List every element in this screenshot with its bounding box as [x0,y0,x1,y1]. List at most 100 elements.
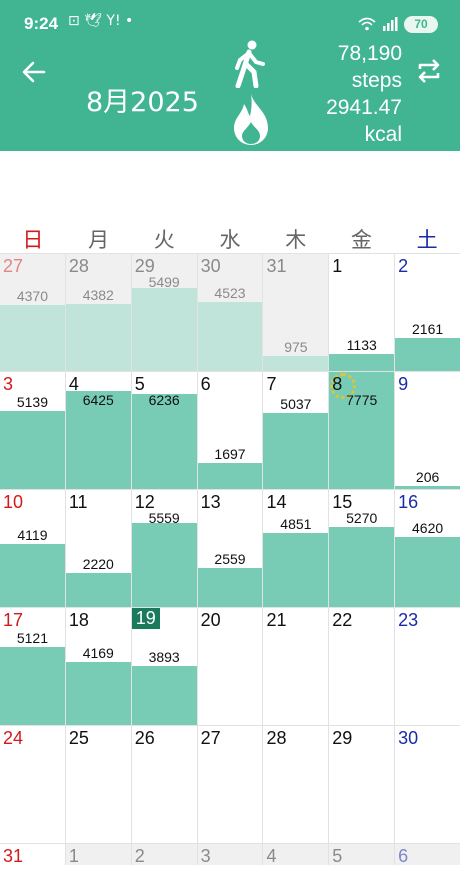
calendar-day[interactable]: 2220 11 [65,490,132,607]
calendar-day[interactable]: 1133 1 [329,254,396,371]
month-calendar-grid: 4370 27 4382 28 5499 29 4523 30 975 31 1133 1 2161 2 5… [0,253,460,865]
calendar-day[interactable]: 7775 8 [329,372,396,489]
calendar-day[interactable]: 2 [131,844,198,865]
calendar-day[interactable]: 21 [263,608,330,725]
day-number: 4 [68,374,79,394]
day-number: 13 [200,492,221,512]
steps-value: 4169 [82,645,114,661]
calendar-day[interactable]: 5037 7 [263,372,330,489]
calendar-day[interactable]: 4620 16 [395,490,460,607]
day-number: 28 [68,256,89,276]
day-number: 1 [332,256,343,276]
kcal-unit: kcal [364,123,402,146]
calendar-day[interactable]: 4523 30 [197,254,264,371]
status-time: 9:24 [24,14,59,33]
calendar-week-row: 5121 17 4169 18 3893 19 20 21 22 23 [0,607,460,725]
calendar-day[interactable]: 6236 5 [131,372,198,489]
back-arrow-icon[interactable] [20,58,48,86]
calendar-day[interactable]: 30 [395,726,460,843]
calendar-day[interactable]: 5121 17 [0,608,66,725]
day-number: 17 [3,610,24,630]
repeat-icon[interactable] [414,57,444,85]
steps-bar [263,533,329,607]
calendar-day[interactable]: 23 [395,608,460,725]
calendar-day[interactable]: 4370 27 [0,254,66,371]
day-number: 31 [3,846,24,865]
calendar-day[interactable]: 5499 29 [131,254,198,371]
kcal-total: 2941.47 [326,96,402,119]
calendar-day[interactable]: 206 9 [395,372,460,489]
steps-bar [65,304,131,371]
battery-level: 70 [414,17,428,31]
steps-value: 4119 [17,527,48,543]
day-number: 27 [3,256,24,276]
day-number: 2 [134,846,145,865]
calendar-day[interactable]: 1 [65,844,132,865]
day-number: 10 [3,492,24,512]
calendar-week-row: 31 1 2 3 4 5 6 [0,843,460,865]
day-number: 19 [131,608,160,629]
calendar-day-today[interactable]: 3893 19 [131,608,198,725]
day-number: 11 [68,492,88,512]
day-number: 3 [3,374,14,394]
steps-bar [131,394,197,489]
day-number: 22 [332,610,353,630]
steps-bar [65,573,131,607]
calendar-day[interactable]: 22 [329,608,396,725]
steps-value: 4523 [214,285,246,301]
day-number: 3 [200,846,211,865]
steps-bar [0,305,65,371]
calendar-day[interactable]: 20 [198,608,264,725]
calendar-day[interactable]: 5559 12 [131,490,198,607]
day-number: 28 [266,728,287,748]
calendar-day[interactable]: 5 [329,844,396,865]
calendar-day[interactable]: 4382 28 [65,254,132,371]
steps-bar [197,463,263,489]
calendar-day[interactable]: 4 [263,844,330,865]
day-number: 30 [398,728,419,748]
steps-value: 975 [284,339,308,355]
calendar-day[interactable]: 25 [66,726,132,843]
steps-value: 4370 [16,288,48,304]
calendar-day[interactable]: 29 [329,726,396,843]
day-number: 20 [200,610,221,630]
day-number: 2 [398,256,409,276]
day-number: 27 [200,728,221,748]
day-number: 6 [398,846,409,865]
calendar-day[interactable]: 4119 10 [0,490,66,607]
day-number: 1 [68,846,79,865]
day-number: 23 [398,610,419,630]
weekday-label: 木 [285,228,307,252]
totals-summary: 78,190 steps 2941.47 kcal [326,40,402,148]
calendar-day[interactable]: 26 [132,726,198,843]
steps-value: 5121 [16,630,48,646]
steps-unit: steps [351,69,402,92]
notification-icons: ⊡ 🕊 Y! • [68,13,134,29]
steps-bar [131,666,197,725]
day-number: 29 [134,256,155,276]
calendar-day[interactable]: 1697 6 [197,372,264,489]
status-right: 70 [358,15,438,33]
calendar-day[interactable]: 5139 3 [0,372,66,489]
calendar-day[interactable]: 2559 13 [197,490,264,607]
steps-bar [197,568,263,607]
calendar-day[interactable]: 975 31 [263,254,330,371]
calendar-day[interactable]: 28 [263,726,330,843]
day-number: 30 [200,256,221,276]
steps-value: 1697 [214,446,246,462]
day-number: 31 [266,256,287,276]
steps-value: 3893 [148,649,180,665]
calendar-day[interactable]: 27 [198,726,264,843]
calendar-day[interactable]: 31 [0,844,66,865]
calendar-day[interactable]: 4851 14 [263,490,330,607]
calendar-day[interactable]: 24 [0,726,66,843]
calendar-day[interactable]: 6 [395,844,460,865]
month-title[interactable]: 8月2025 [86,80,199,119]
calendar-day[interactable]: 5270 15 [329,490,396,607]
calendar-day[interactable]: 3 [197,844,264,865]
calendar-day[interactable]: 2161 2 [395,254,460,371]
calendar-day[interactable]: 6425 4 [65,372,132,489]
day-number: 15 [332,492,353,512]
calendar-day[interactable]: 4169 18 [65,608,132,725]
flame-icon [234,94,268,145]
